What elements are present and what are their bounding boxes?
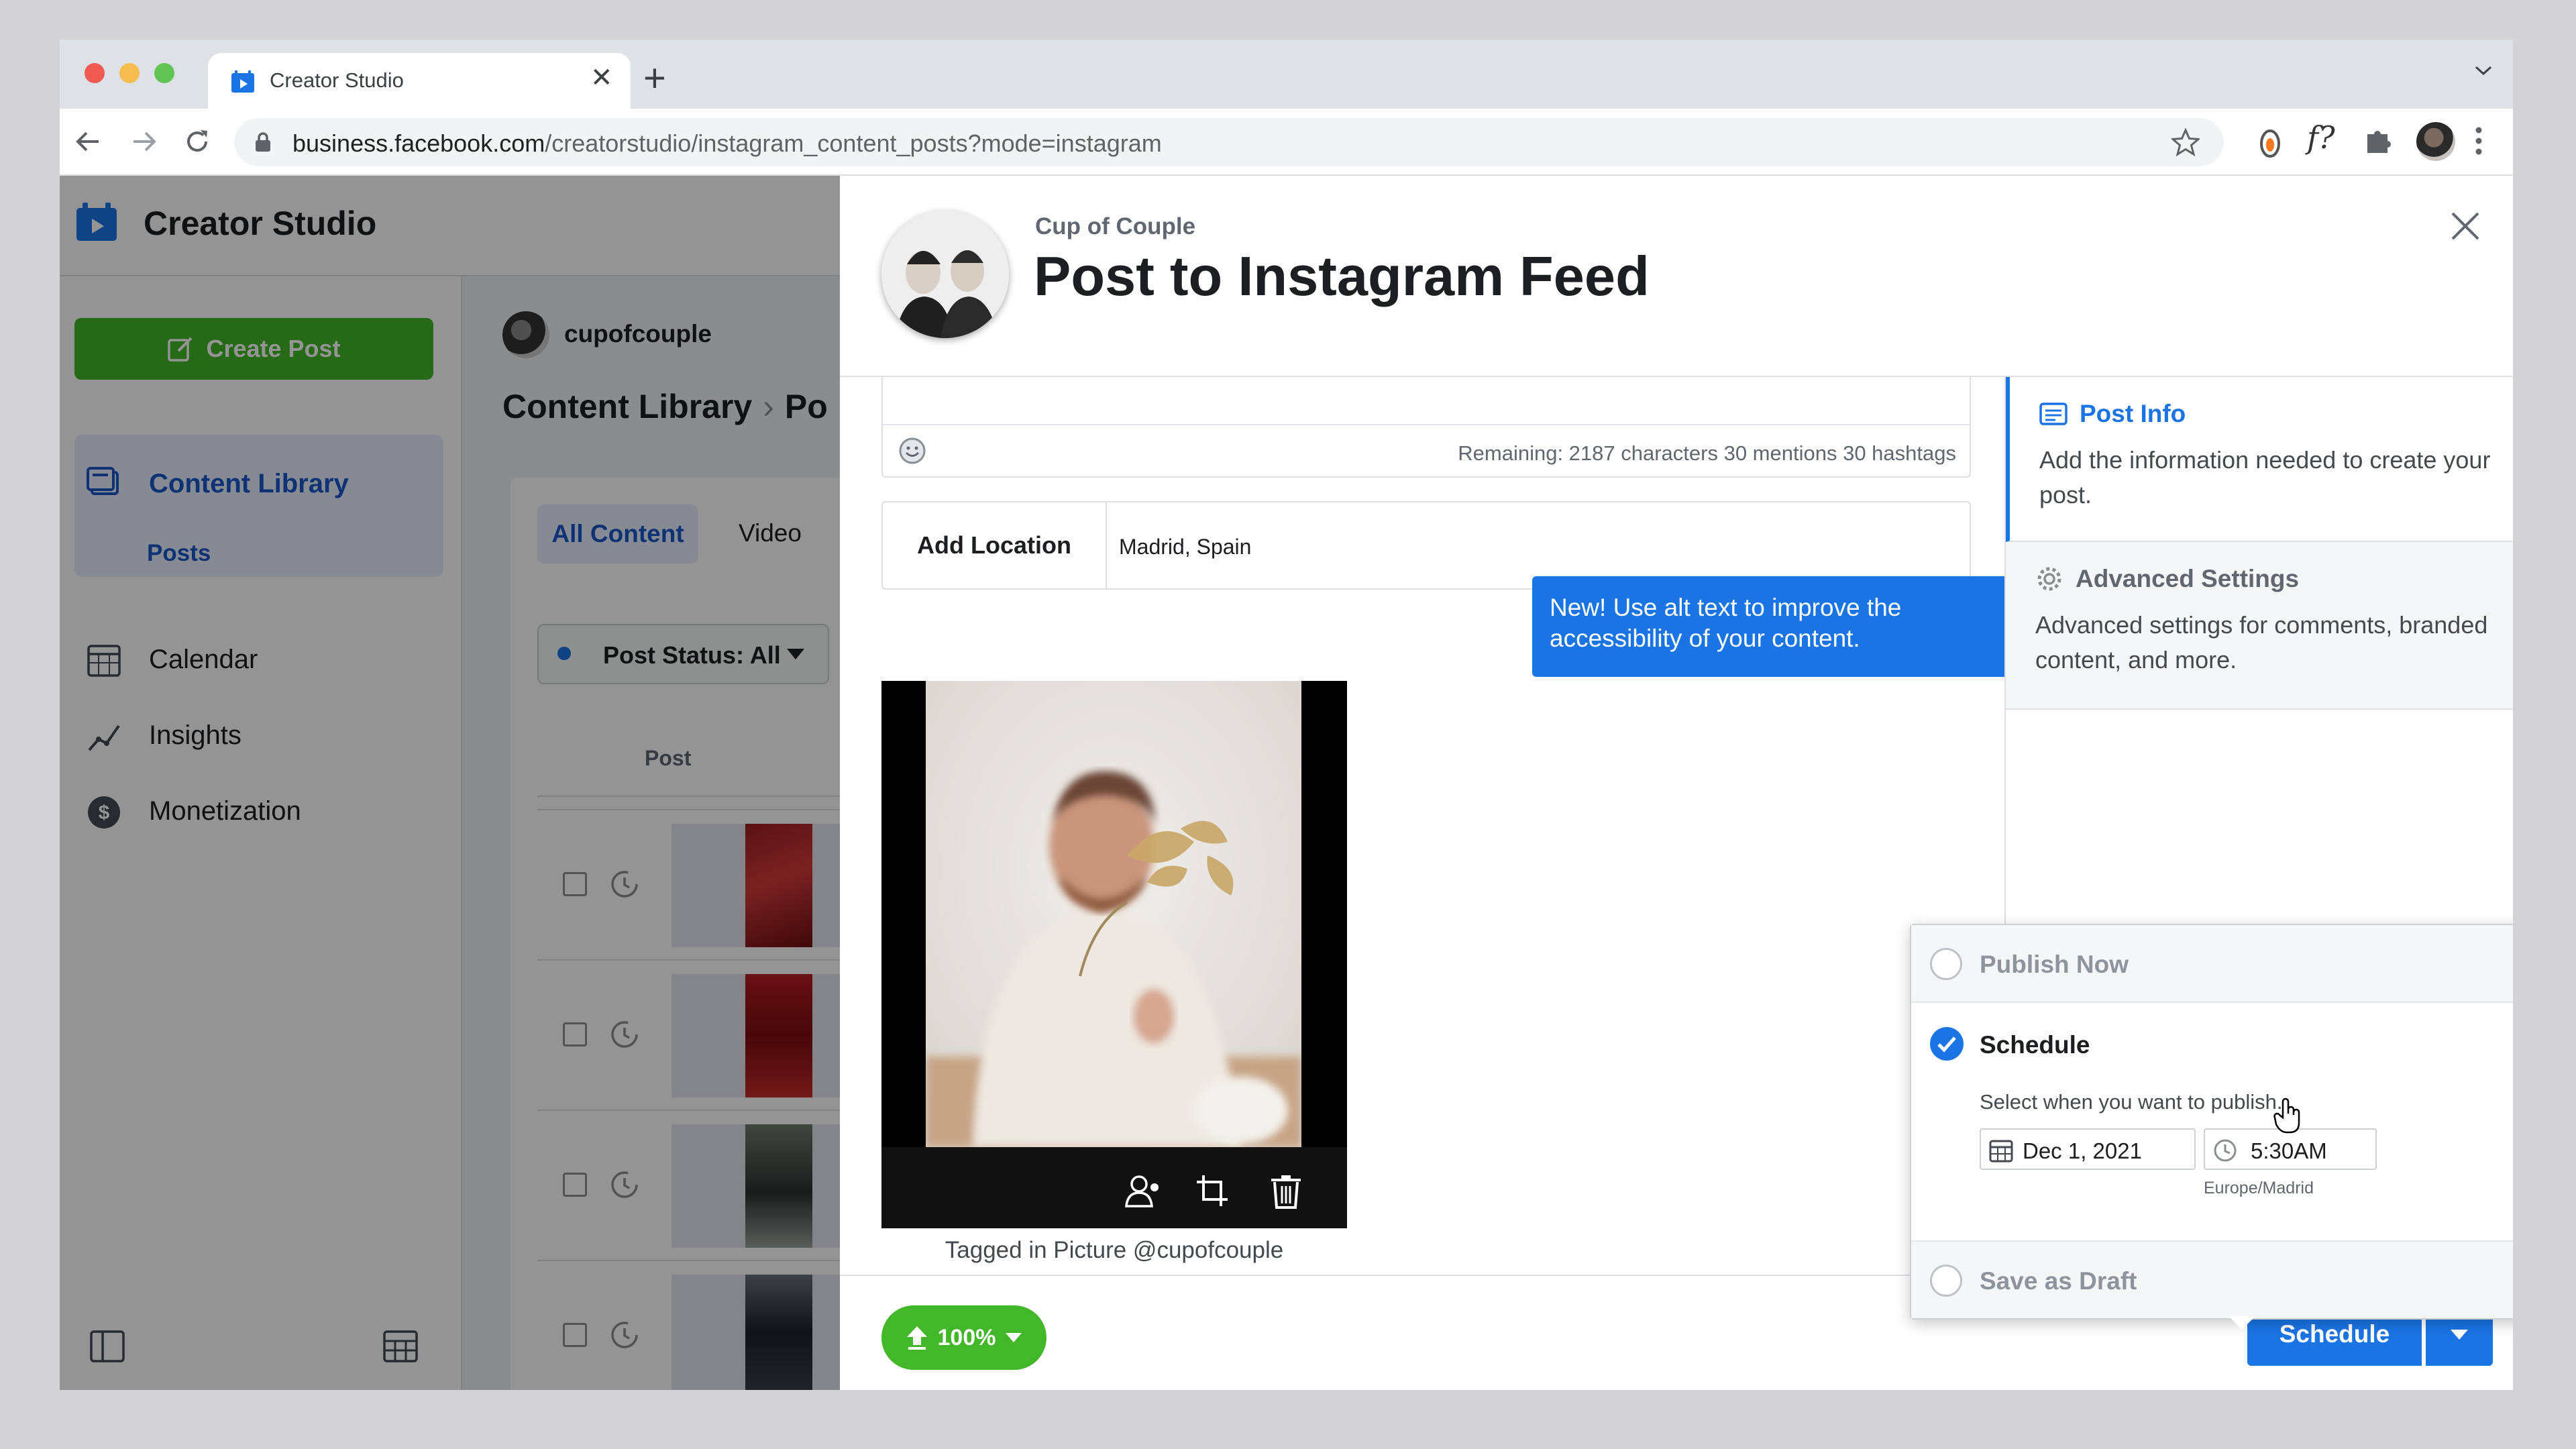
remaining-counter: Remaining: 2187 characters 30 mentions 3…: [1458, 441, 1956, 465]
lock-icon: [256, 132, 270, 152]
timezone-label: Europe/Madrid: [2204, 1179, 2314, 1197]
tooltip-text: New! Use alt text to improve the accessi…: [1550, 594, 1902, 652]
advanced-heading: Advanced Settings: [2035, 565, 2299, 593]
alt-text-tooltip: New! Use alt text to improve the accessi…: [1532, 576, 2049, 677]
close-tab-icon[interactable]: ✕: [590, 62, 613, 93]
schedule-help-text: Select when you want to publish.: [1980, 1090, 2283, 1114]
creator-studio-favicon-icon: [231, 70, 254, 93]
calendar-icon: [1989, 1140, 2013, 1163]
publish-options-popover: Publish Now Schedule Select when you wan…: [1910, 924, 2513, 1320]
back-icon[interactable]: [72, 125, 105, 158]
browser-menu-icon[interactable]: [2473, 123, 2484, 158]
tag-people-icon[interactable]: [1124, 1174, 1162, 1208]
forward-icon[interactable]: [127, 125, 160, 158]
new-tab-icon[interactable]: +: [643, 56, 666, 101]
minimize-window-button[interactable]: [119, 63, 140, 83]
delete-trash-icon[interactable]: [1269, 1174, 1303, 1209]
publish-now-radio[interactable]: [1930, 948, 1962, 980]
reload-icon[interactable]: [180, 125, 214, 158]
tab-search-chevron-icon[interactable]: [2473, 64, 2493, 77]
tab-title: Creator Studio: [270, 68, 404, 92]
side-panel-advanced-settings[interactable]: Advanced Settings Advanced settings for …: [2006, 542, 2513, 710]
caption-editor[interactable]: Remaining: 2187 characters 30 mentions 3…: [881, 377, 1971, 478]
schedule-date-field[interactable]: Dec 1, 2021: [1980, 1128, 2196, 1170]
schedule-radio-checked[interactable]: [1930, 1027, 1964, 1061]
advanced-title: Advanced Settings: [2076, 565, 2300, 592]
schedule-date-value: Dec 1, 2021: [2023, 1138, 2142, 1163]
bookmark-star-icon[interactable]: [2171, 128, 2200, 156]
caption-toolbar: Remaining: 2187 characters 30 mentions 3…: [883, 424, 1970, 476]
post-info-title: Post Info: [2080, 400, 2186, 427]
upload-arrow-icon: [906, 1326, 927, 1350]
side-panel-post-info[interactable]: Post Info Add the information needed to …: [2006, 377, 2513, 542]
modal-account-name: Cup of Couple: [1035, 213, 1196, 239]
upload-progress-button[interactable]: 100%: [881, 1305, 1046, 1370]
schedule-label: Schedule: [1980, 1031, 2090, 1059]
caret-down-icon: [1006, 1333, 1022, 1342]
advanced-desc: Advanced settings for comments, branded …: [2035, 611, 2488, 674]
post-info-icon: [2039, 402, 2068, 425]
creator-studio-app: Creator Studio Create Post Content Libra…: [60, 176, 2513, 1390]
crop-icon[interactable]: [1195, 1174, 1229, 1208]
save-draft-label: Save as Draft: [1980, 1267, 2137, 1295]
add-location-label: Add Location: [883, 502, 1107, 588]
tab-strip: Creator Studio ✕ +: [60, 40, 2513, 109]
media-preview: [881, 681, 1347, 1228]
media-toolbar: [881, 1147, 1347, 1228]
schedule-time-value: 5:30AM: [2251, 1138, 2327, 1163]
close-icon[interactable]: [2449, 209, 2482, 243]
gear-icon: [2037, 567, 2061, 591]
profile-avatar[interactable]: [2416, 122, 2455, 161]
post-photo[interactable]: [926, 681, 1301, 1147]
popover-arrow: [2229, 1316, 2255, 1330]
url-text: business.facebook.com/creatorstudio/inst…: [292, 129, 1162, 157]
browser-window: Creator Studio ✕ + business.facebook.com…: [60, 40, 2513, 1390]
upload-progress-value: 100%: [937, 1324, 996, 1350]
photo-image: [926, 681, 1301, 1147]
post-composer-modal: Cup of Couple Post to Instagram Feed Rem…: [840, 176, 2513, 1390]
extension-honey-icon[interactable]: [2255, 123, 2285, 161]
browser-tab[interactable]: Creator Studio ✕: [208, 53, 631, 109]
tagged-caption: Tagged in Picture @cupofcouple: [945, 1237, 1284, 1263]
location-input[interactable]: Madrid, Spain: [1119, 535, 1251, 559]
modal-header: Cup of Couple Post to Instagram Feed: [840, 176, 2513, 377]
close-window-button[interactable]: [85, 63, 105, 83]
modal-backdrop[interactable]: [60, 176, 841, 1390]
extensions-puzzle-icon[interactable]: [2362, 123, 2394, 156]
maximize-window-button[interactable]: [154, 63, 174, 83]
caret-down-icon: [2451, 1330, 2468, 1340]
avatar-illustration: [881, 211, 1009, 338]
post-info-desc: Add the information needed to create you…: [2039, 446, 2491, 508]
publish-now-label: Publish Now: [1980, 951, 2129, 978]
browser-toolbar: business.facebook.com/creatorstudio/inst…: [60, 109, 2513, 176]
address-bar[interactable]: business.facebook.com/creatorstudio/inst…: [234, 118, 2224, 166]
post-info-heading: Post Info: [2039, 400, 2186, 428]
save-draft-radio[interactable]: [1930, 1265, 1962, 1297]
account-avatar: [881, 211, 1009, 338]
clock-icon: [2214, 1139, 2237, 1162]
extension-fonts-icon[interactable]: f?: [2307, 119, 2335, 156]
save-draft-option[interactable]: Save as Draft: [1911, 1240, 2513, 1318]
checkmark-icon: [1937, 1036, 1956, 1053]
emoji-icon[interactable]: [898, 436, 927, 466]
publish-now-option[interactable]: Publish Now: [1911, 925, 2513, 1003]
modal-title: Post to Instagram Feed: [1034, 245, 1650, 307]
hand-pointer-cursor-icon: [2273, 1097, 2300, 1134]
